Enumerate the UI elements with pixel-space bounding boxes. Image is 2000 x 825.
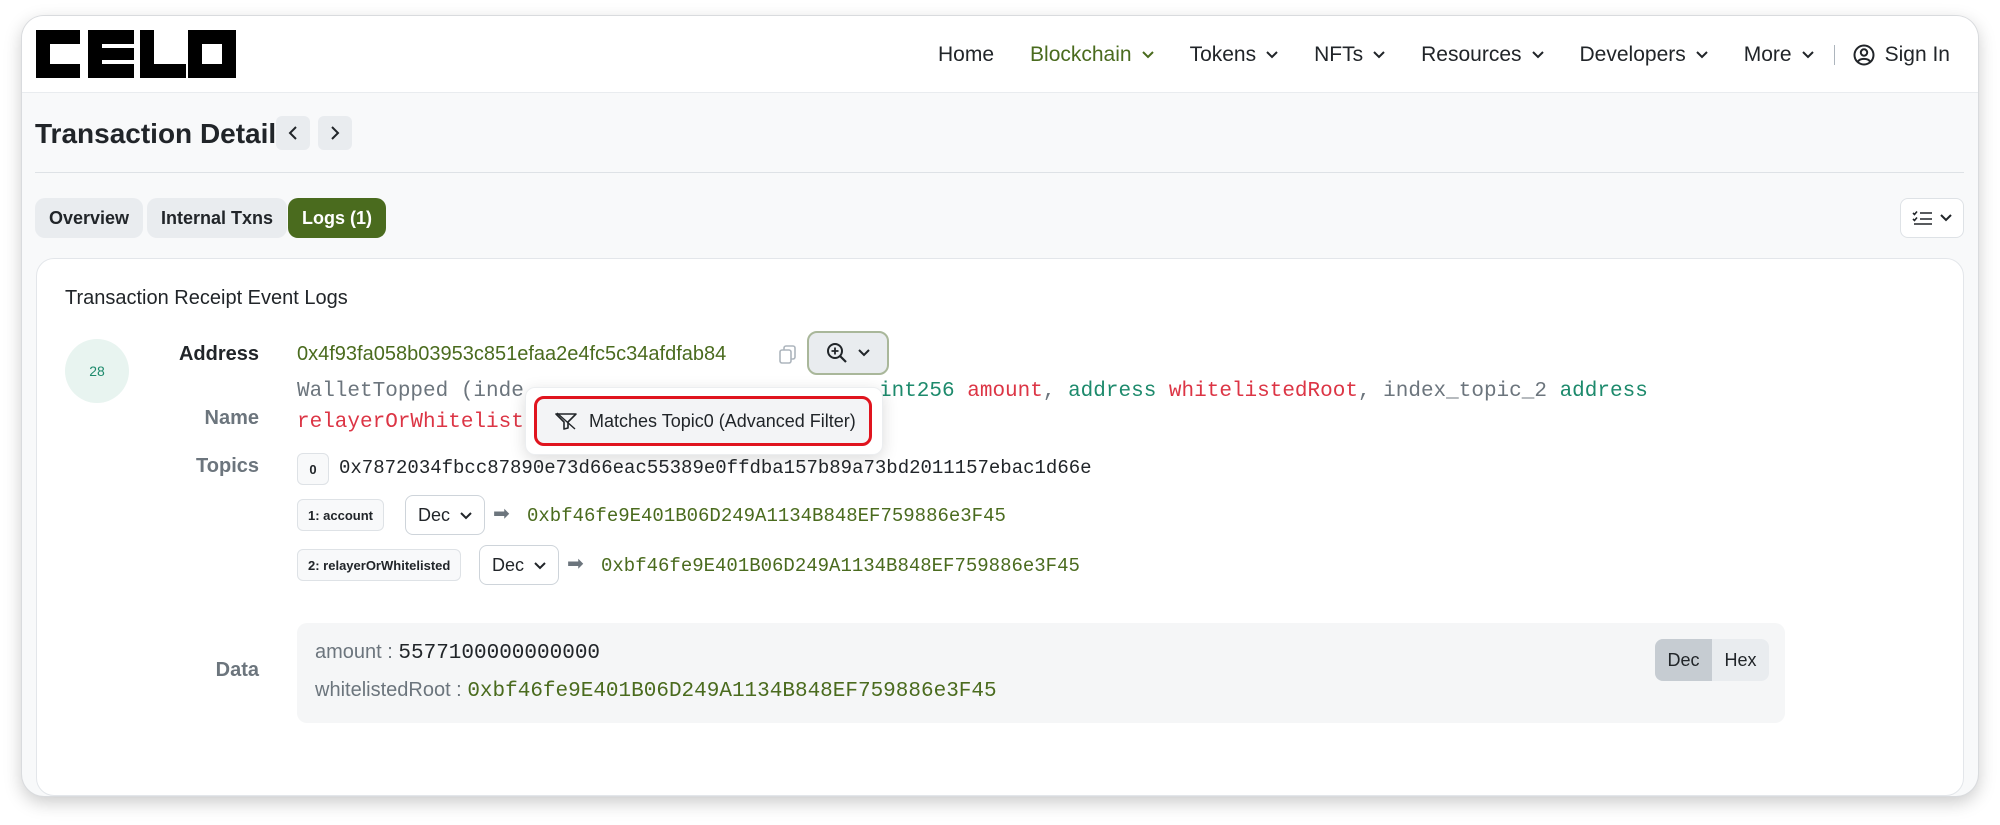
chevron-down-icon	[1266, 50, 1278, 58]
data-label: Data	[215, 659, 259, 681]
nav-nfts[interactable]: NFTs	[1314, 43, 1385, 67]
data-value-address[interactable]: 0xbf46fe9E401B06D249A1134B848EF759886e3F…	[467, 680, 996, 703]
tab-logs[interactable]: Logs (1)	[288, 198, 386, 238]
browser-window: Home Blockchain Tokens NFTs Resources De…	[22, 16, 1978, 796]
data-box: amount : 5577100000000000 whitelistedRoo…	[297, 623, 1785, 723]
page-title: Transaction Details	[35, 118, 292, 149]
param-sep: , index_topic_2	[1357, 380, 1560, 403]
arrow-right-icon: ➡	[493, 503, 510, 525]
param-name: whitelistedRoot	[1168, 380, 1358, 403]
chevron-down-icon	[1531, 50, 1544, 58]
copy-icon[interactable]	[779, 345, 797, 365]
param-type: address	[1559, 380, 1648, 403]
address-label: Address	[178, 343, 259, 365]
param-type: address	[1068, 380, 1157, 403]
name-label: Name	[204, 407, 259, 429]
format-dec-button[interactable]: Dec	[1655, 639, 1712, 681]
event-signature-line2: relayerOrWhitelist	[297, 411, 524, 434]
data-key: amount :	[315, 641, 393, 663]
matches-topic0-label: Matches Topic0 (Advanced Filter)	[589, 410, 856, 431]
tab-internal-txns[interactable]: Internal Txns	[147, 198, 288, 238]
param-type: int256	[879, 380, 955, 403]
celo-logo[interactable]	[36, 30, 236, 78]
list-options-button[interactable]	[1900, 198, 1964, 238]
nav-blockchain[interactable]: Blockchain	[1030, 43, 1154, 67]
sign-in-button[interactable]: Sign In	[1853, 43, 1950, 67]
chevron-down-icon	[1141, 50, 1154, 58]
param-sep: ,	[1042, 380, 1069, 403]
topic-index-badge: 1: account	[297, 499, 385, 531]
user-circle-icon	[1853, 44, 1875, 65]
log-index-badge: 28	[65, 339, 129, 403]
topic2-format-select[interactable]: Dec	[479, 545, 559, 585]
zoom-in-icon	[827, 343, 847, 363]
nav-resources[interactable]: Resources	[1421, 42, 1544, 67]
arrow-right-icon: ➡	[567, 553, 584, 575]
tab-overview[interactable]: Overview	[35, 198, 144, 238]
chevron-down-icon	[1801, 50, 1814, 58]
topic-filter-dropdown: Matches Topic0 (Advanced Filter)	[525, 387, 883, 455]
topics-label: Topics	[196, 455, 259, 477]
chevron-down-icon	[1373, 50, 1385, 58]
checklist-icon	[1912, 210, 1932, 225]
nav-more-label: More	[1743, 42, 1792, 66]
card-title: Transaction Receipt Event Logs	[65, 287, 348, 309]
nav-home[interactable]: Home	[938, 43, 994, 67]
format-select-value: Dec	[492, 554, 525, 575]
event-signature-line1-rest: int256 amount, address whitelistedRoot, …	[879, 380, 1648, 403]
filter-icon	[555, 412, 577, 430]
data-key: whitelistedRoot :	[315, 679, 462, 701]
data-root-row: whitelistedRoot : 0xbf46fe9E401B06D249A1…	[315, 679, 997, 703]
nav-home-label: Home	[937, 42, 995, 66]
topic2-address[interactable]: 0xbf46fe9E401B06D249A1134B848EF759886e3F…	[601, 555, 1080, 577]
param-name: amount	[967, 380, 1043, 403]
topic1-format-select[interactable]: Dec	[405, 495, 485, 535]
topic1-address[interactable]: 0xbf46fe9E401B06D249A1134B848EF759886e3F…	[527, 505, 1006, 527]
nav-blockchain-label: Blockchain	[1030, 42, 1132, 66]
nav-resources-label: Resources	[1421, 42, 1522, 66]
format-select-value: Dec	[418, 504, 451, 525]
next-tx-button[interactable]	[318, 116, 352, 150]
nav-more[interactable]: More	[1744, 43, 1814, 67]
topic-index-badge: 2: relayerOrWhitelisted	[297, 549, 462, 581]
chevron-down-icon	[858, 349, 870, 357]
matches-topic0-option[interactable]: Matches Topic0 (Advanced Filter)	[534, 396, 872, 446]
topic-filter-button[interactable]	[807, 331, 889, 375]
main-nav: Home Blockchain Tokens NFTs Resources De…	[902, 16, 1950, 93]
data-amount-row: amount : 5577100000000000	[315, 641, 600, 665]
title-divider	[35, 172, 1964, 173]
nav-tokens[interactable]: Tokens	[1190, 43, 1279, 67]
data-format-toggle: Dec Hex	[1655, 639, 1769, 681]
topic-index-badge: 0	[297, 453, 329, 485]
nav-developers[interactable]: Developers	[1580, 43, 1708, 67]
prev-tx-button[interactable]	[276, 116, 310, 150]
data-value: 5577100000000000	[398, 642, 601, 665]
nav-developers-label: Developers	[1579, 42, 1686, 66]
topic0-hash: 0x7872034fbcc87890e73d66eac55389e0ffdba1…	[339, 457, 1092, 479]
chevron-down-icon	[460, 512, 472, 520]
event-name-partial: WalletTopped (inde	[297, 380, 524, 403]
chevron-down-icon	[1940, 214, 1952, 222]
event-signature-line1: WalletTopped (inde	[297, 380, 524, 403]
nav-nfts-label: NFTs	[1314, 42, 1364, 66]
sign-in-label: Sign In	[1884, 42, 1950, 66]
chevron-left-icon	[288, 126, 297, 140]
format-hex-button[interactable]: Hex	[1712, 639, 1769, 681]
site-header: Home Blockchain Tokens NFTs Resources De…	[22, 16, 1978, 93]
event-logs-card: Transaction Receipt Event Logs 28 Addres…	[36, 258, 1964, 796]
chevron-down-icon	[534, 562, 546, 570]
log-address-link[interactable]: 0x4f93fa058b03953c851efaa2e4fc5c34afdfab…	[297, 343, 726, 366]
nav-tokens-label: Tokens	[1189, 42, 1257, 66]
nav-separator	[1833, 44, 1835, 65]
chevron-right-icon	[331, 126, 340, 140]
chevron-down-icon	[1696, 50, 1708, 58]
